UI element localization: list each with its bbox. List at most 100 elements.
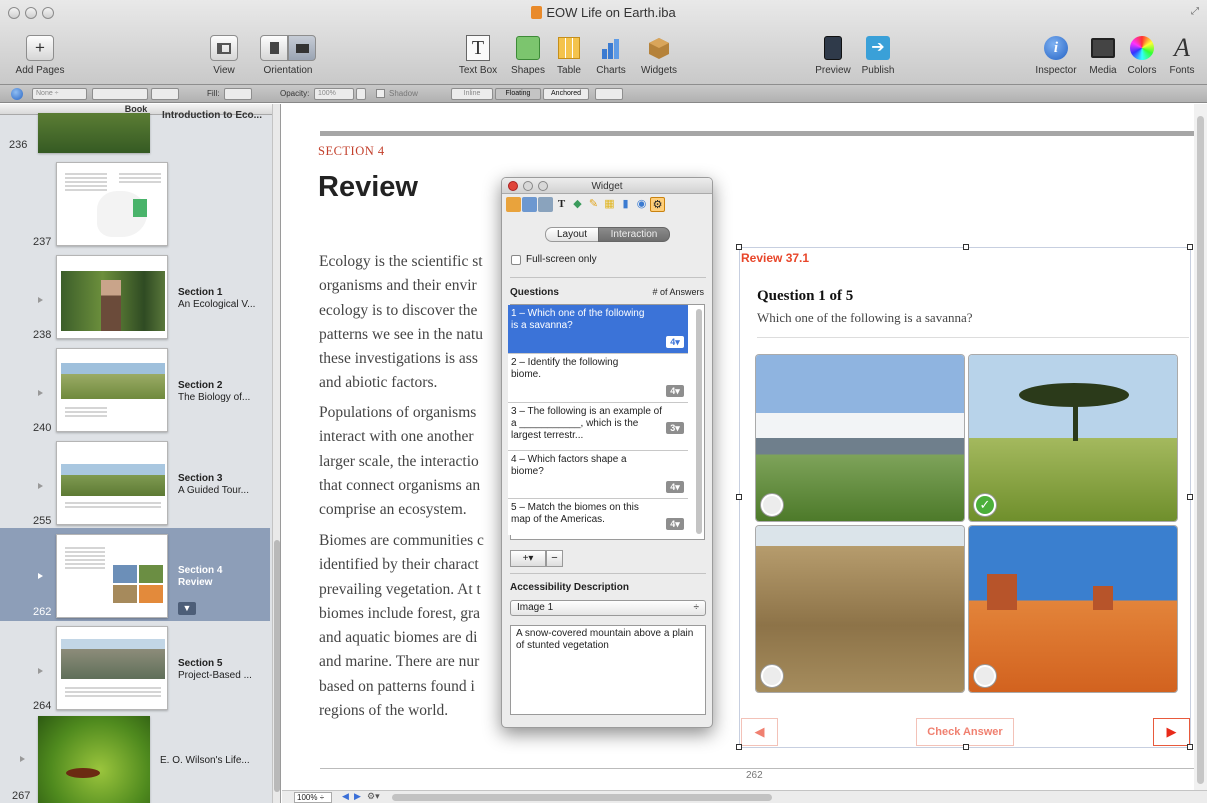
image-select[interactable]: Image 1 ÷ bbox=[510, 600, 706, 616]
previous-question-button[interactable]: ◀ bbox=[741, 718, 778, 746]
wrap-inspector-icon[interactable] bbox=[538, 197, 553, 212]
chart-inspector-icon[interactable]: ▮ bbox=[618, 197, 633, 212]
tab-interaction[interactable]: Interaction bbox=[598, 227, 670, 242]
charts-button[interactable]: Charts bbox=[592, 34, 630, 76]
fonts-button[interactable]: A Fonts bbox=[1164, 34, 1200, 77]
orientation-button[interactable]: Orientation bbox=[255, 34, 321, 76]
text-box-button[interactable]: T Text Box bbox=[455, 34, 501, 76]
disclosure-icon[interactable] bbox=[38, 297, 43, 303]
question-item[interactable]: 2 – Identify the following biome. 4▾ bbox=[508, 354, 688, 403]
answer-image-2[interactable]: ✓ bbox=[969, 355, 1177, 521]
preview-button[interactable]: Preview bbox=[815, 34, 851, 76]
add-question-button[interactable]: +▾ bbox=[510, 550, 546, 567]
shapes-button[interactable]: Shapes bbox=[508, 34, 548, 76]
link-inspector-icon[interactable]: ◉ bbox=[634, 197, 649, 212]
sidebar-item[interactable]: 240 Section 2 The Biology of... bbox=[0, 348, 272, 436]
disclosure-icon[interactable] bbox=[38, 483, 43, 489]
sidebar-item[interactable]: 238 Section 1 An Ecological V... bbox=[0, 255, 272, 343]
resize-handle[interactable] bbox=[736, 494, 742, 500]
sidebar-item-selected[interactable]: 262 Section 4 Review ▼ bbox=[0, 528, 270, 621]
questions-scroll-thumb[interactable] bbox=[696, 309, 702, 534]
inline-button[interactable]: Inline bbox=[451, 88, 493, 100]
fill-color-well[interactable] bbox=[224, 88, 252, 100]
answer-radio-1[interactable] bbox=[761, 494, 783, 516]
table-inspector-icon[interactable]: ▦ bbox=[602, 197, 617, 212]
check-icon[interactable]: ✓ bbox=[974, 494, 996, 516]
page-thumbnail bbox=[56, 255, 168, 339]
disclosure-icon[interactable] bbox=[20, 756, 25, 762]
resize-handle[interactable] bbox=[736, 244, 742, 250]
floating-button[interactable]: Floating bbox=[495, 88, 541, 100]
question-item-selected[interactable]: 1 – Which one of the following is a sava… bbox=[508, 305, 688, 354]
stroke-color-icon[interactable] bbox=[11, 88, 23, 100]
stroke-width-select[interactable] bbox=[92, 88, 148, 100]
sidebar-item[interactable]: 267 E. O. Wilson's Life... bbox=[0, 716, 272, 803]
media-button[interactable]: Media bbox=[1086, 34, 1120, 76]
stroke-color-well[interactable] bbox=[151, 88, 179, 100]
sidebar-scroll-thumb[interactable] bbox=[274, 540, 280, 792]
sidebar-scrollbar[interactable] bbox=[272, 104, 280, 803]
zoom-select[interactable]: 100% ÷ bbox=[294, 792, 332, 803]
publish-button[interactable]: ➔ Publish bbox=[858, 34, 898, 76]
disclosure-icon[interactable] bbox=[38, 390, 43, 396]
answer-image-4[interactable] bbox=[969, 526, 1177, 692]
opacity-stepper[interactable] bbox=[356, 88, 366, 100]
opacity-field[interactable]: 100% bbox=[314, 88, 354, 100]
answer-radio-3[interactable] bbox=[761, 665, 783, 687]
anchored-button[interactable]: Anchored bbox=[543, 88, 589, 100]
shapes-icon bbox=[516, 36, 540, 60]
resize-handle[interactable] bbox=[736, 744, 742, 750]
remove-question-button[interactable]: − bbox=[546, 550, 563, 567]
resize-handle[interactable] bbox=[1187, 744, 1193, 750]
sidebar-item[interactable]: 264 Section 5 Project-Based ... bbox=[0, 626, 272, 714]
page-prev-icon[interactable]: ◀ bbox=[342, 791, 349, 802]
review-widget[interactable]: Review 37.1 Question 1 of 5 Which one of… bbox=[736, 244, 1193, 750]
next-question-button[interactable]: ▶ bbox=[1153, 718, 1190, 746]
resize-handle[interactable] bbox=[963, 744, 969, 750]
page-thumbnail bbox=[56, 348, 168, 432]
metrics-inspector-icon[interactable]: ✎ bbox=[586, 197, 601, 212]
accessibility-description-field[interactable]: A snow-covered mountain above a plain of… bbox=[510, 625, 706, 715]
resize-handle[interactable] bbox=[1187, 244, 1193, 250]
document-inspector-icon[interactable] bbox=[506, 197, 521, 212]
text-inspector-icon[interactable]: T bbox=[554, 197, 569, 212]
resize-handle[interactable] bbox=[1187, 494, 1193, 500]
answer-image-3[interactable] bbox=[756, 526, 964, 692]
add-pages-button[interactable]: + Add Pages bbox=[14, 34, 66, 76]
sidebar-item[interactable]: 236 Introduction to Eco... bbox=[0, 110, 272, 155]
graphic-inspector-icon[interactable]: ◆ bbox=[570, 197, 585, 212]
view-button[interactable]: View bbox=[206, 34, 242, 76]
disclosure-icon[interactable] bbox=[38, 668, 43, 674]
resize-handle[interactable] bbox=[963, 244, 969, 250]
answer-radio-4[interactable] bbox=[974, 665, 996, 687]
layout-inspector-icon[interactable] bbox=[522, 197, 537, 212]
fullscreen-icon[interactable]: ⤢ bbox=[1191, 6, 1199, 17]
question-item[interactable]: 4 – Which factors shape a biome? 4▾ bbox=[508, 451, 688, 499]
fullscreen-checkbox[interactable] bbox=[511, 255, 521, 265]
widget-inspector-icon[interactable]: ⚙ bbox=[650, 197, 665, 212]
stroke-select[interactable]: None ÷ bbox=[32, 88, 87, 100]
tab-layout[interactable]: Layout bbox=[545, 227, 599, 242]
page-next-icon[interactable]: ▶ bbox=[354, 791, 361, 802]
check-answer-button[interactable]: Check Answer bbox=[916, 718, 1014, 746]
question-item[interactable]: 5 – Match the biomes on this map of the … bbox=[508, 499, 688, 535]
sidebar-item[interactable]: 237 bbox=[0, 162, 272, 250]
colors-button[interactable]: Colors bbox=[1124, 34, 1160, 76]
sidebar-item[interactable]: 255 Section 3A Guided Tour... bbox=[0, 441, 272, 529]
disclosure-icon[interactable] bbox=[38, 573, 43, 579]
wrap-select[interactable] bbox=[595, 88, 623, 100]
chevron-down-icon[interactable]: ▼ bbox=[178, 602, 196, 615]
question-item[interactable]: 3 – The following is an example of a ___… bbox=[508, 403, 688, 451]
answer-image-1[interactable] bbox=[756, 355, 964, 521]
shadow-checkbox[interactable] bbox=[376, 89, 385, 98]
horizontal-scroll-thumb[interactable] bbox=[392, 794, 772, 801]
gear-icon[interactable]: ⚙▾ bbox=[367, 791, 380, 802]
text-box-icon: T bbox=[466, 35, 490, 61]
page-thumbnail bbox=[56, 534, 168, 618]
table-button[interactable]: Table bbox=[553, 34, 585, 76]
canvas-scroll-thumb[interactable] bbox=[1197, 116, 1204, 784]
table-icon bbox=[558, 37, 580, 59]
inspector-button[interactable]: i Inspector bbox=[1032, 34, 1080, 76]
widgets-button[interactable]: Widgets bbox=[637, 34, 681, 76]
color-wheel-icon bbox=[1130, 36, 1154, 60]
